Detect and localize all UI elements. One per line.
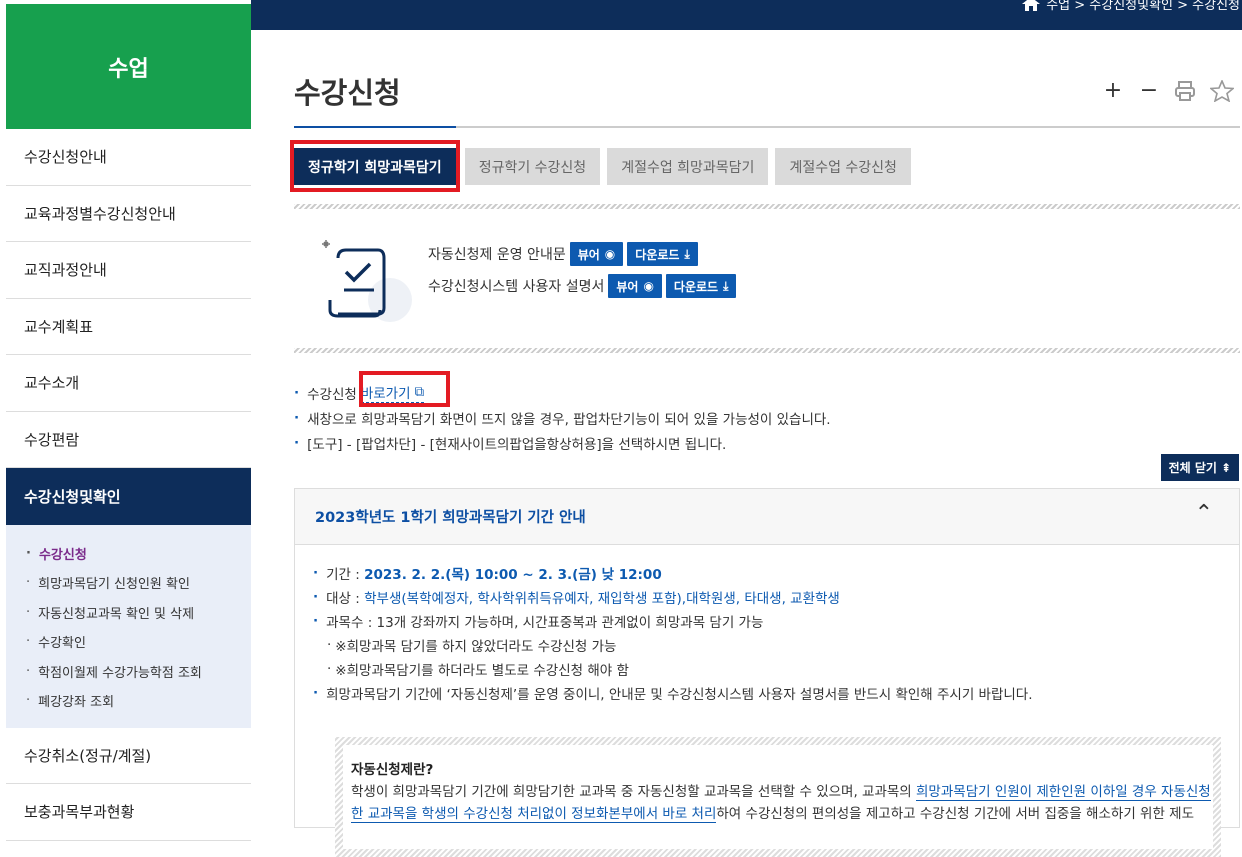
- sidebar-item[interactable]: 교직과정안내: [6, 242, 251, 299]
- page-tools: + −: [1102, 78, 1234, 103]
- page-title: 수강신청: [294, 76, 401, 110]
- tab-seasonal-wishlist[interactable]: 계절수업 희망과목담기: [607, 148, 769, 185]
- doc-row-manual: 수강신청시스템 사용자 설명서 뷰어 ◉ 다운로드 ⤓: [428, 274, 737, 298]
- submenu-item[interactable]: 학점이월제 수강가능학점 조회: [6, 657, 251, 687]
- sidebar: 수업 수강신청안내 교육과정별수강신청안내 교직과정안내 교수계획표 교수소개 …: [6, 4, 251, 841]
- highlight-box-tab: [290, 140, 460, 192]
- submenu-item-current[interactable]: 수강신청: [6, 539, 251, 569]
- accordion-body: · 기간 : 2023. 2. 2.(목) 10:00 ~ 2. 3.(금) 낮 …: [295, 545, 1239, 705]
- close-all-button[interactable]: 전체 닫기 ⇞: [1160, 454, 1239, 481]
- auto-registration-box: 자동신청제란? 학생이 희망과목담기 기간에 희망담기한 교과목 중 자동신청할…: [335, 737, 1221, 857]
- sidebar-submenu: 수강신청 희망과목담기 신청인원 확인 자동신청교과목 확인 및 삭제 수강확인…: [6, 524, 251, 728]
- document-check-icon: [322, 240, 412, 322]
- sidebar-item-active[interactable]: 수강신청및확인: [6, 468, 251, 525]
- submenu-item[interactable]: 폐강강좌 조회: [6, 686, 251, 716]
- sidebar-item[interactable]: 교수계획표: [6, 299, 251, 355]
- download-button[interactable]: 다운로드 ⤓: [665, 274, 737, 298]
- info-sub: ※희망과목 담기를 하지 않았더라도 수강신청 가능: [313, 633, 1219, 657]
- eye-icon: ◉: [604, 247, 616, 261]
- star-icon[interactable]: [1210, 79, 1234, 102]
- submenu-item[interactable]: 수강확인: [6, 627, 251, 657]
- view-button[interactable]: 뷰어 ◉: [569, 242, 624, 266]
- note-item: · [도구] - [팝업차단] - [현재사이트의팝업을항상허용]을 선택하시면 …: [294, 434, 727, 453]
- info-sub: ※희망과목담기를 하더라도 별도로 수강신청 해야 함: [313, 657, 1219, 681]
- tab-regular-registration[interactable]: 정규학기 수강신청: [464, 148, 601, 185]
- sidebar-heading: 수업: [6, 4, 251, 129]
- doc-label: 수강신청시스템 사용자 설명서: [428, 279, 605, 295]
- accordion-header[interactable]: 2023학년도 1학기 희망과목담기 기간 안내 ⌃: [295, 489, 1239, 545]
- title-underline: [294, 126, 1240, 128]
- view-button[interactable]: 뷰어 ◉: [608, 274, 662, 298]
- sidebar-item[interactable]: 교수소개: [6, 355, 251, 412]
- box-text: 학생이 희망과목담기 기간에 희망담기한 교과목 중 자동신청할 교과목을 선택…: [351, 784, 1211, 823]
- download-icon: ⤓: [723, 278, 729, 293]
- box-title: 자동신청제란?: [351, 762, 434, 778]
- download-button[interactable]: 다운로드 ⤓: [627, 242, 698, 266]
- zoom-out-button[interactable]: −: [1138, 78, 1160, 103]
- note-item: · 새창으로 희망과목담기 화면이 뜨지 않을 경우, 팝업차단기능이 되어 있을…: [294, 409, 831, 428]
- sidebar-item[interactable]: 수강편람: [6, 412, 251, 468]
- sidebar-item[interactable]: 교육과정별수강신청안내: [6, 186, 251, 242]
- print-icon[interactable]: [1174, 80, 1196, 102]
- dashed-divider: [294, 348, 1240, 353]
- breadcrumb: 수업 > 수강신청및확인 > 수강신청: [1022, 0, 1240, 13]
- doc-label: 자동신청제 운영 안내문: [428, 247, 566, 263]
- info-notice: · 희망과목담기 기간에 ‘자동신청제’를 운영 중이니, 안내문 및 수강신청시…: [313, 685, 1033, 703]
- info-target: · 대상 : 학부생(복학예정자, 학사학위취득유예자, 재입학생 포함),대학원…: [313, 589, 840, 607]
- breadcrumb-text: 수업 > 수강신청및확인 > 수강신청: [1046, 0, 1240, 13]
- tab-seasonal-registration[interactable]: 계절수업 수강신청: [775, 148, 911, 185]
- chevron-up-icon[interactable]: ⌃: [1195, 501, 1213, 526]
- info-period: · 기간 : 2023. 2. 2.(목) 10:00 ~ 2. 3.(금) 낮 …: [313, 565, 662, 583]
- collapse-icon: ⇞: [1220, 460, 1231, 475]
- info-count: · 과목수 : 13개 강좌까지 가능하며, 시간표중복과 관계없이 희망과목 담…: [313, 613, 764, 631]
- highlight-box-link: [359, 371, 450, 407]
- document-box: 자동신청제 운영 안내문 뷰어 ◉ 다운로드 ⤓ 수강신청시스템 사용자 설명서 뷰…: [294, 208, 1240, 350]
- sidebar-item[interactable]: 수강취소(정규/계절): [6, 728, 251, 784]
- doc-row-auto: 자동신청제 운영 안내문 뷰어 ◉ 다운로드 ⤓: [428, 242, 698, 266]
- sidebar-item[interactable]: 수강신청안내: [6, 129, 251, 186]
- download-icon: ⤓: [684, 246, 690, 261]
- eye-icon: ◉: [643, 279, 654, 293]
- submenu-item[interactable]: 자동신청교과목 확인 및 삭제: [6, 598, 251, 628]
- top-bar: 수업 > 수강신청및확인 > 수강신청: [251, 0, 1242, 30]
- sidebar-item[interactable]: 보충과목부과현황: [6, 784, 251, 841]
- home-icon[interactable]: [1022, 0, 1041, 11]
- zoom-in-button[interactable]: +: [1102, 78, 1124, 103]
- accordion-panel: 2023학년도 1학기 희망과목담기 기간 안내 ⌃ · 기간 : 2023. 2…: [294, 488, 1240, 857]
- submenu-item[interactable]: 희망과목담기 신청인원 확인: [6, 568, 251, 598]
